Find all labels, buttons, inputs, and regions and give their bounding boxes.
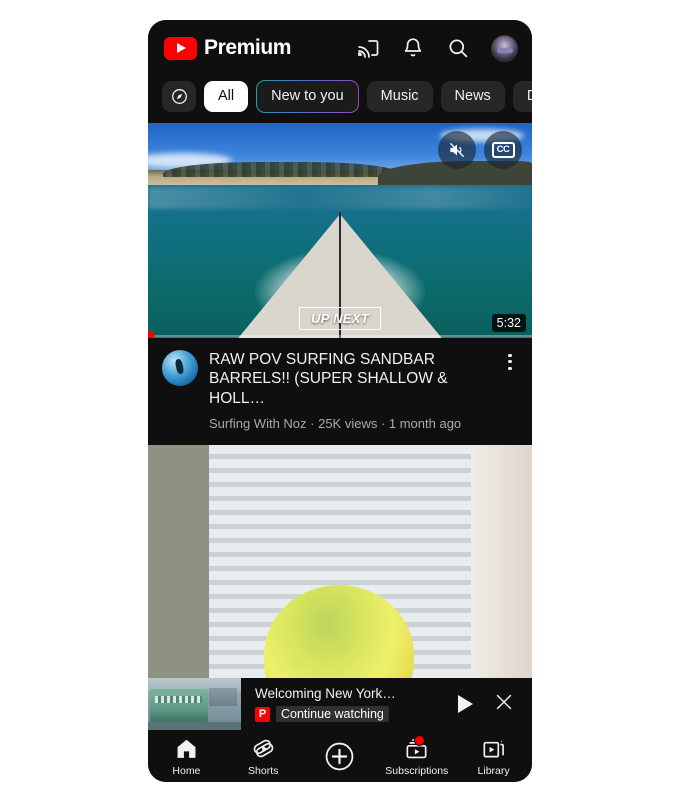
chip-music[interactable]: Music (366, 81, 433, 112)
video-meta-text: RAW POV SURFING SANDBAR BARRELS!! (SUPER… (209, 350, 489, 431)
close-icon[interactable] (493, 691, 515, 718)
closed-captions-icon[interactable]: CC (484, 130, 522, 169)
chip-partial[interactable]: De (512, 81, 532, 112)
video-title: RAW POV SURFING SANDBAR BARRELS!! (SUPER… (209, 350, 448, 408)
brand-label: Premium (204, 36, 292, 59)
mini-player-status-row: P Continue watching (255, 706, 448, 722)
avatar[interactable] (491, 34, 518, 62)
nav-item-create[interactable] (302, 740, 379, 773)
nav-item-home[interactable]: Home (148, 736, 225, 777)
bell-icon[interactable] (401, 36, 425, 60)
subscriptions-badge (414, 734, 426, 746)
cc-label: CC (491, 141, 515, 158)
chip-news[interactable]: News (440, 81, 505, 112)
nav-item-library[interactable]: Library (455, 736, 532, 777)
mini-player-title: Welcoming New York… (255, 686, 396, 701)
bottom-navigation: Home Shorts Subscriptions Library (148, 730, 532, 782)
video-meta[interactable]: RAW POV SURFING SANDBAR BARRELS!! (SUPER… (148, 337, 532, 445)
mute-icon[interactable] (438, 130, 476, 169)
mini-player-info: Welcoming New York… P Continue watching (241, 686, 448, 722)
header-actions (356, 34, 518, 62)
play-icon[interactable] (458, 695, 473, 713)
mini-player[interactable]: Welcoming New York… P Continue watching (148, 678, 532, 730)
shorts-icon (253, 739, 273, 757)
category-chip-bar[interactable]: All New to you Music News De (148, 76, 532, 123)
brand-logo[interactable]: Premium (164, 36, 356, 60)
cast-icon[interactable] (356, 36, 380, 60)
mt-ferry-building (149, 689, 208, 722)
home-icon (177, 739, 196, 758)
nav-label-library: Library (477, 764, 510, 777)
v2-right-wall (470, 444, 532, 700)
nav-label-subscriptions: Subscriptions (385, 764, 449, 777)
player-water-glint (148, 187, 532, 209)
up-next-badge: UP NEXT (299, 306, 381, 330)
video-duration: 5:32 (491, 313, 526, 332)
mt-water (148, 721, 241, 730)
video-player[interactable]: CC UP NEXT 5:32 (148, 122, 532, 338)
mt-windows (155, 695, 202, 703)
plus-circle-icon (326, 742, 354, 770)
compass-icon[interactable] (162, 80, 196, 112)
video-thumbnail-second[interactable] (148, 444, 532, 700)
youtube-logo-icon (164, 36, 197, 60)
mini-player-thumbnail[interactable] (148, 678, 241, 730)
more-options-icon[interactable] (500, 350, 520, 371)
nav-label-shorts: Shorts (248, 764, 279, 777)
player-treeline (163, 162, 402, 178)
search-icon[interactable] (446, 36, 470, 60)
v2-left-wall (148, 444, 210, 700)
mini-player-actions (448, 691, 532, 718)
player-progress-bar[interactable] (148, 330, 532, 338)
premium-badge: P (255, 706, 270, 722)
nav-label-home: Home (172, 764, 201, 777)
continue-watching-label: Continue watching (276, 706, 389, 722)
mt-skyline (209, 688, 238, 707)
channel-avatar[interactable] (162, 349, 198, 386)
app-header: Premium (148, 20, 532, 76)
chip-all[interactable]: All (204, 81, 249, 112)
nav-item-shorts[interactable]: Shorts (225, 736, 302, 777)
phone-frame: Premium All New to you Music News CC UP … (148, 20, 532, 782)
chip-new-to-you[interactable]: New to you (256, 80, 359, 113)
video-subline: Surfing With Noz · 25K views · 1 month a… (209, 415, 462, 431)
nav-item-subscriptions[interactable]: Subscriptions (378, 734, 455, 777)
library-icon (483, 740, 504, 757)
